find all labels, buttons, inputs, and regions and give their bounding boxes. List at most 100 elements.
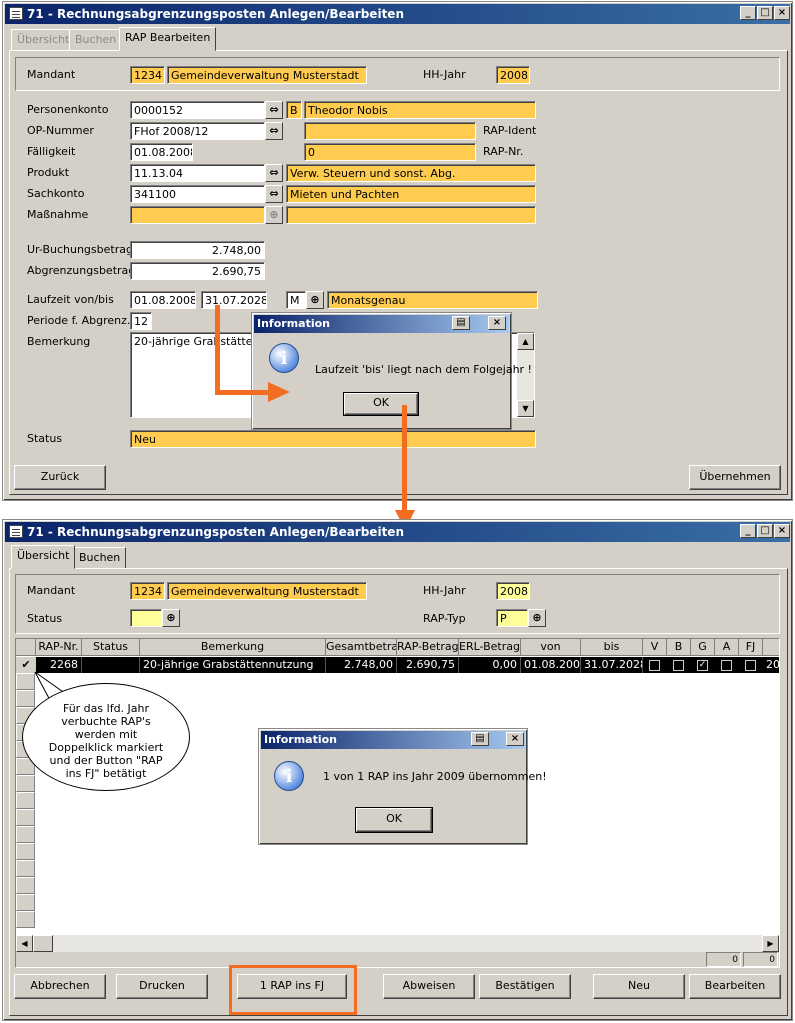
window-title: 71 - Rechnungsabgrenzungsposten Anlegen/… xyxy=(27,7,404,21)
annotation-arrow-line xyxy=(215,390,275,395)
sachkonto-lookup-icon[interactable]: ⇔ xyxy=(265,185,283,203)
dialog-ok-button[interactable]: OK xyxy=(355,807,433,833)
checkbox-g[interactable]: ✓ xyxy=(697,660,708,671)
laufzeit-von-field[interactable]: 01.08.2008 xyxy=(130,291,196,309)
hhjahr-label: HH-Jahr xyxy=(423,584,466,597)
tab-uebersicht[interactable]: Übersicht xyxy=(11,29,76,51)
abgrenzung-field[interactable]: 2.690,75 xyxy=(130,262,265,280)
bemerkung-label: Bemerkung xyxy=(27,335,91,348)
mandant-name-field[interactable]: Gemeindeverwaltung Musterstadt xyxy=(167,66,367,84)
status-dropdown-icon[interactable]: ⊕ xyxy=(162,609,180,627)
footer-sum-2: 0 xyxy=(743,952,778,967)
hhjahr-field[interactable]: 2008 xyxy=(496,66,530,84)
scroll-up-icon[interactable]: ▲ xyxy=(517,333,534,350)
laufzeit-dropdown-icon[interactable]: ⊕ xyxy=(306,291,324,309)
col-extra[interactable] xyxy=(763,639,779,656)
personenkonto-field[interactable]: 0000152 xyxy=(130,101,265,119)
minimize-icon[interactable]: _ xyxy=(740,6,756,20)
sachkonto-label: Sachkonto xyxy=(27,187,85,200)
raptyp-field[interactable]: P xyxy=(496,609,528,627)
col-rapbetrag[interactable]: RAP-Betrag xyxy=(397,639,459,656)
col-rapnr[interactable]: RAP-Nr. xyxy=(36,639,82,656)
bestaetigen-button[interactable]: Bestätigen xyxy=(479,974,571,999)
hhjahr-field[interactable]: 2008 xyxy=(496,582,530,600)
dialog-print-icon[interactable]: ▤ xyxy=(452,316,470,330)
faelligkeit-field[interactable]: 01.08.2008 xyxy=(130,143,193,161)
mandant-name-field[interactable]: Gemeindeverwaltung Musterstadt xyxy=(167,582,367,600)
dialog-close-icon[interactable]: × xyxy=(506,732,524,746)
scroll-left-icon[interactable]: ◀ xyxy=(16,935,33,952)
opnummer-field[interactable]: FHof 2008/12 xyxy=(130,122,265,140)
uebernehmen-button[interactable]: Übernehmen xyxy=(689,465,781,490)
checkbox-a[interactable] xyxy=(721,660,732,671)
tab-uebersicht[interactable]: Übersicht xyxy=(11,545,76,569)
periode-label: Periode f. Abgrenz. xyxy=(27,314,131,327)
checkbox-fj[interactable] xyxy=(745,660,756,671)
maximize-icon[interactable]: □ xyxy=(757,6,773,20)
col-a[interactable]: A xyxy=(715,639,739,656)
mandant-label: Mandant xyxy=(27,584,76,597)
abbrechen-button[interactable]: Abbrechen xyxy=(14,974,106,999)
mandant-nr-field[interactable]: 1234 xyxy=(130,66,165,84)
window-title: 71 - Rechnungsabgrenzungsposten Anlegen/… xyxy=(27,525,404,539)
maximize-icon[interactable]: □ xyxy=(757,524,773,538)
laufzeit-bis-field[interactable]: 31.07.2028 xyxy=(201,291,267,309)
close-icon[interactable]: × xyxy=(774,524,790,538)
urbuchung-label: Ur-Buchungsbetrag xyxy=(27,243,133,256)
col-bemerkung[interactable]: Bemerkung xyxy=(140,639,326,656)
col-bis[interactable]: bis xyxy=(581,639,643,656)
bearbeiten-button[interactable]: Bearbeiten xyxy=(689,974,781,999)
laufzeit-text: Monatsgenau xyxy=(327,291,538,309)
laufzeit-label: Laufzeit von/bis xyxy=(27,293,114,306)
scroll-down-icon[interactable]: ▼ xyxy=(517,400,534,417)
scroll-thumb[interactable] xyxy=(33,935,53,952)
col-von[interactable]: von xyxy=(521,639,581,656)
col-erlbetrag[interactable]: ERL-Betrag xyxy=(459,639,521,656)
massnahme-field[interactable] xyxy=(130,206,265,224)
mandant-nr-field[interactable]: 1234 xyxy=(130,582,165,600)
minimize-icon[interactable]: _ xyxy=(740,524,756,538)
window-title-bar[interactable]: 71 - Rechnungsabgrenzungsposten Anlegen/… xyxy=(5,522,790,542)
drucken-button[interactable]: Drucken xyxy=(116,974,208,999)
zurueck-button[interactable]: Zurück xyxy=(14,465,106,490)
massnahme-dropdown-icon[interactable]: ⊕ xyxy=(265,206,283,224)
urbuchung-field[interactable]: 2.748,00 xyxy=(130,241,265,259)
opnummer-lookup-icon[interactable]: ⇔ xyxy=(265,122,283,140)
scroll-right-icon[interactable]: ▶ xyxy=(762,935,779,952)
horizontal-scrollbar[interactable]: ◀ ▶ xyxy=(16,935,779,952)
hhjahr-label: HH-Jahr xyxy=(423,68,466,81)
col-v[interactable]: V xyxy=(643,639,667,656)
col-status[interactable]: Status xyxy=(82,639,140,656)
status-field[interactable] xyxy=(130,609,162,627)
rap-ins-fj-button[interactable]: 1 RAP ins FJ xyxy=(237,974,347,999)
sachkonto-field[interactable]: 341100 xyxy=(130,185,265,203)
dialog-print-icon[interactable]: ▤ xyxy=(471,732,489,746)
col-fj[interactable]: FJ xyxy=(739,639,763,656)
status-field[interactable]: Neu xyxy=(130,430,536,448)
annotation-callout: Für das lfd. Jahr verbuchte RAP's werden… xyxy=(22,683,190,791)
raptyp-dropdown-icon[interactable]: ⊕ xyxy=(528,609,546,627)
tab-buchen[interactable]: Buchen xyxy=(73,547,127,569)
neu-button[interactable]: Neu xyxy=(593,974,685,999)
tab-buchen[interactable]: Buchen xyxy=(69,29,123,51)
checkbox-b[interactable] xyxy=(673,660,684,671)
window-title-bar[interactable]: 71 - Rechnungsabgrenzungsposten Anlegen/… xyxy=(5,4,790,24)
produkt-field[interactable]: 11.13.04 xyxy=(130,164,265,182)
col-b[interactable]: B xyxy=(667,639,691,656)
rapident-label: RAP-Ident xyxy=(483,124,537,137)
checkbox-v[interactable] xyxy=(649,660,660,671)
periode-field[interactable]: 12 xyxy=(130,312,152,330)
dialog-close-icon[interactable]: × xyxy=(488,316,506,330)
tab-rap-bearbeiten[interactable]: RAP Bearbeiten xyxy=(119,27,217,51)
cell-bemerkung: 20-jährige Grabstättennutzung xyxy=(140,657,326,673)
col-gesamtbetrag[interactable]: Gesamtbetrag xyxy=(326,639,397,656)
personenkonto-lookup-icon[interactable]: ⇔ xyxy=(265,101,283,119)
col-g[interactable]: G xyxy=(691,639,715,656)
produkt-lookup-icon[interactable]: ⇔ xyxy=(265,164,283,182)
table-row[interactable]: ✔ 2268 20-jährige Grabstättennutzung 2.7… xyxy=(16,657,779,673)
abweisen-button[interactable]: Abweisen xyxy=(383,974,475,999)
close-icon[interactable]: × xyxy=(774,6,790,20)
window-icon xyxy=(9,7,23,20)
faelligkeit-label: Fälligkeit xyxy=(27,145,76,158)
laufzeit-m-field[interactable]: M xyxy=(286,291,306,309)
